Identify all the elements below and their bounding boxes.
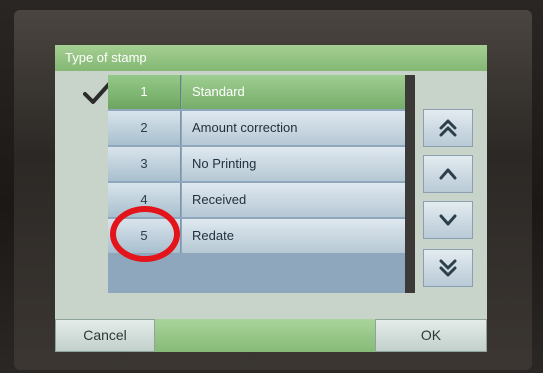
page-up-button[interactable] xyxy=(423,109,473,147)
device-body: Type of stamp 1 Standard 2 Amount correc… xyxy=(0,0,543,373)
cancel-button[interactable]: Cancel xyxy=(55,319,155,352)
list-item[interactable]: 3 No Printing xyxy=(108,147,411,181)
title-bar: Type of stamp xyxy=(55,45,487,71)
chevron-down-icon xyxy=(439,214,457,226)
scroll-up-button[interactable] xyxy=(423,155,473,193)
list-scrollbar[interactable] xyxy=(405,75,415,293)
row-number: 2 xyxy=(108,111,181,145)
screen-title: Type of stamp xyxy=(65,50,147,65)
row-label: Amount correction xyxy=(182,111,411,145)
scroll-down-button[interactable] xyxy=(423,201,473,239)
ok-button[interactable]: OK xyxy=(375,319,487,352)
row-number: 3 xyxy=(108,147,181,181)
touch-screen: Type of stamp 1 Standard 2 Amount correc… xyxy=(55,45,487,352)
double-chevron-up-icon xyxy=(439,119,457,137)
row-label: Redate xyxy=(182,219,411,253)
annotation-circle xyxy=(110,206,180,262)
row-label: Standard xyxy=(182,75,411,109)
row-label: No Printing xyxy=(182,147,411,181)
row-number: 1 xyxy=(108,75,181,109)
chevron-up-icon xyxy=(439,168,457,180)
page-down-button[interactable] xyxy=(423,249,473,287)
list-item[interactable]: 2 Amount correction xyxy=(108,111,411,145)
list-item[interactable]: 1 Standard xyxy=(108,75,411,109)
row-label: Received xyxy=(182,183,411,217)
double-chevron-down-icon xyxy=(439,259,457,277)
